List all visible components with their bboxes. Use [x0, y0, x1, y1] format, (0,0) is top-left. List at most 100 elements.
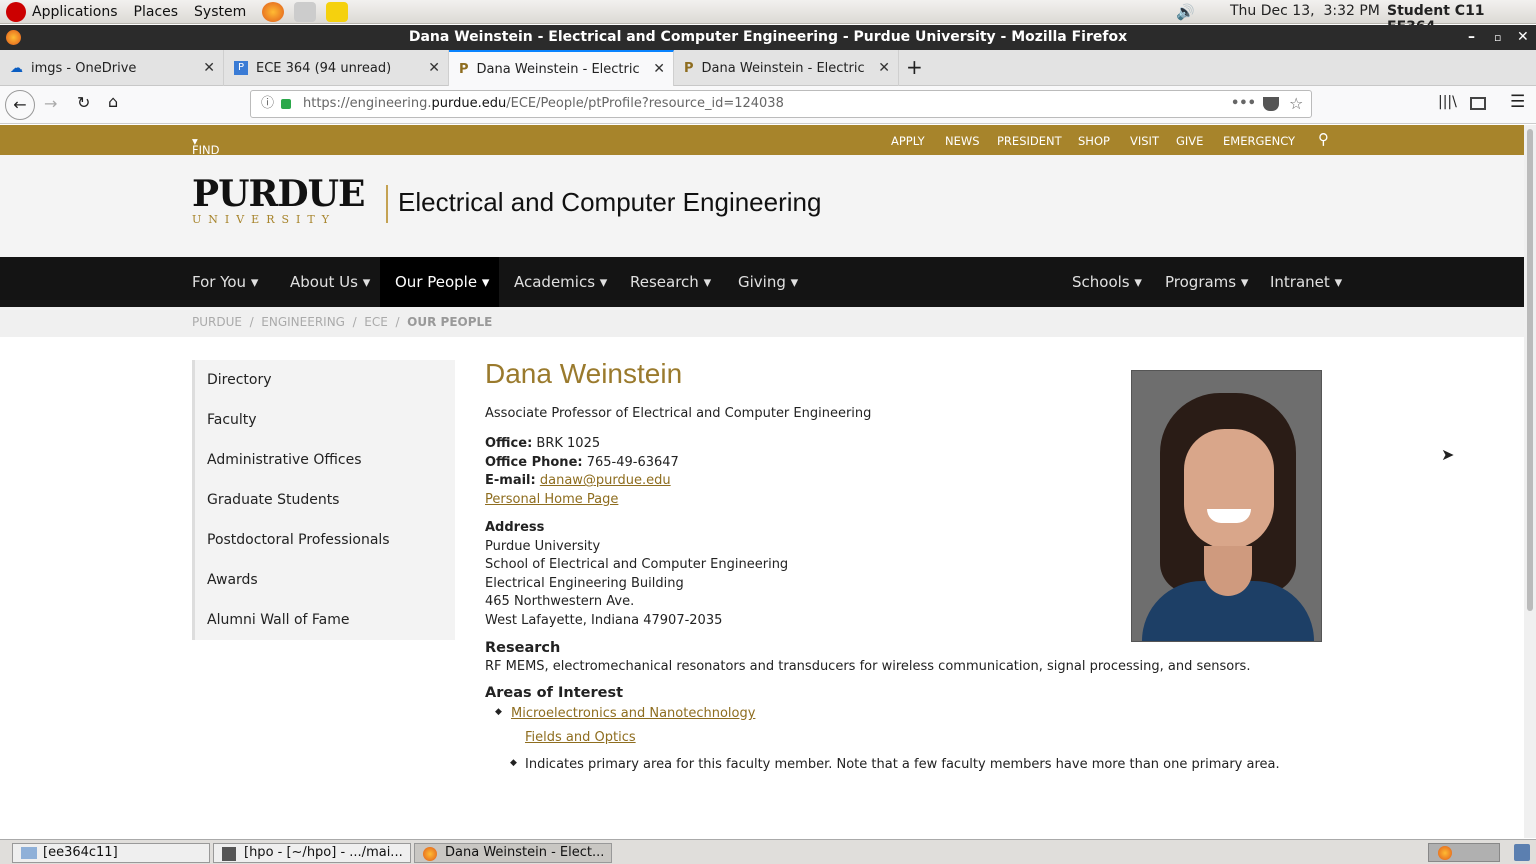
- sidebar-item-awards[interactable]: Awards: [207, 572, 258, 588]
- home-icon[interactable]: ⌂: [108, 92, 118, 111]
- address-label: Address: [485, 520, 545, 535]
- sidebar-item-alumni-wall[interactable]: Alumni Wall of Fame: [207, 612, 350, 628]
- sidebar-item-faculty[interactable]: Faculty: [207, 412, 257, 428]
- tab-label: Dana Weinstein - Electric: [476, 61, 640, 77]
- page-scrollbar[interactable]: [1524, 125, 1536, 838]
- nav-schools[interactable]: Schools ▾: [1072, 257, 1142, 307]
- utility-link-give[interactable]: GIVE: [1176, 134, 1203, 148]
- utility-link-news[interactable]: NEWS: [945, 134, 980, 148]
- nav-label: Schools: [1072, 273, 1130, 291]
- close-tab-icon[interactable]: ✕: [203, 60, 215, 76]
- maximize-icon[interactable]: ▫: [1494, 25, 1501, 50]
- nav-academics[interactable]: Academics ▾: [514, 257, 607, 307]
- new-tab-icon[interactable]: +: [906, 55, 923, 79]
- nav-programs[interactable]: Programs ▾: [1165, 257, 1248, 307]
- back-icon[interactable]: ←: [5, 90, 35, 120]
- applications-menu[interactable]: Applications: [32, 4, 118, 20]
- trash-icon[interactable]: [1514, 844, 1530, 861]
- office-label: Office:: [485, 436, 533, 451]
- close-window-icon[interactable]: ✕: [1517, 25, 1529, 50]
- nav-label: Our People: [395, 273, 478, 291]
- taskbar-item-firefox[interactable]: Dana Weinstein - Elect...: [414, 843, 612, 863]
- utility-link-president[interactable]: PRESIDENT: [997, 134, 1062, 148]
- minimize-icon[interactable]: –: [1468, 25, 1475, 50]
- nav-label: About Us: [290, 273, 358, 291]
- interest-link-fields-optics[interactable]: Fields and Optics: [525, 730, 636, 745]
- firefox-launcher-icon[interactable]: [262, 1, 285, 22]
- utility-link-shop[interactable]: SHOP: [1078, 134, 1110, 148]
- close-tab-icon[interactable]: ✕: [878, 60, 890, 76]
- nav-about-us[interactable]: About Us ▾: [290, 257, 370, 307]
- navigation-toolbar: ← → ↻ ⌂ ⓘ https://engineering.purdue.edu…: [0, 86, 1536, 124]
- email-link[interactable]: danaw@purdue.edu: [540, 473, 671, 488]
- breadcrumb-ece[interactable]: ECE: [364, 315, 388, 329]
- address-line: Electrical Engineering Building: [485, 575, 684, 591]
- sidebar-toggle-icon[interactable]: [1470, 97, 1486, 110]
- volume-icon[interactable]: 🔊: [1176, 3, 1195, 21]
- mail-launcher-icon[interactable]: [294, 1, 317, 22]
- sidebar-item-directory[interactable]: Directory: [207, 372, 272, 388]
- tab-weinstein[interactable]: P Dana Weinstein - Electric ✕: [674, 50, 899, 86]
- sidebar-item-postdoctoral[interactable]: Postdoctoral Professionals: [207, 532, 390, 548]
- utility-link-apply[interactable]: APPLY: [891, 134, 925, 148]
- piazza-icon: P: [234, 61, 248, 75]
- firefox-icon: [423, 847, 437, 861]
- primary-area-marker-icon: ◆: [495, 707, 502, 717]
- utility-link-emergency[interactable]: EMERGENCY: [1223, 134, 1295, 148]
- profile-title: Associate Professor of Electrical and Co…: [485, 406, 872, 421]
- logo-main: PURDUE: [192, 173, 365, 215]
- nav-for-you[interactable]: For You ▾: [192, 257, 258, 307]
- find-info-dropdown[interactable]: FIND INFO FOR ▾: [192, 134, 220, 185]
- phone-label: Office Phone:: [485, 454, 583, 470]
- tab-onedrive[interactable]: ☁ imgs - OneDrive ✕: [0, 50, 224, 86]
- reload-icon[interactable]: ↻: [77, 93, 90, 112]
- purdue-logo[interactable]: PURDUE UNIVERSITY: [192, 173, 365, 226]
- redhat-icon[interactable]: [6, 1, 26, 22]
- taskbar-item-ee364c11[interactable]: [ee364c11]: [12, 843, 210, 863]
- breadcrumb-purdue[interactable]: PURDUE: [192, 315, 242, 329]
- forward-icon[interactable]: →: [44, 94, 57, 113]
- page-actions-icon[interactable]: •••: [1231, 91, 1256, 117]
- address-line: School of Electrical and Computer Engine…: [485, 557, 789, 572]
- web-page: FIND INFO FOR ▾ APPLY NEWS PRESIDENT SHO…: [0, 125, 1524, 838]
- utility-link-visit[interactable]: VISIT: [1130, 134, 1159, 148]
- tab-weinstein-active[interactable]: P Dana Weinstein - Electric ✕: [449, 50, 674, 86]
- system-menu[interactable]: System: [194, 4, 246, 20]
- taskbar-label: [ee364c11]: [43, 845, 118, 860]
- nav-giving[interactable]: Giving ▾: [738, 257, 798, 307]
- info-icon[interactable]: ⓘ: [261, 91, 274, 117]
- purdue-favicon-icon: P: [459, 61, 469, 77]
- nav-our-people[interactable]: Our People ▾: [380, 257, 499, 307]
- url-bar[interactable]: ⓘ https://engineering.purdue.edu/ECE/Peo…: [250, 90, 1312, 118]
- scrollbar-thumb[interactable]: [1527, 129, 1533, 611]
- notes-launcher-icon[interactable]: [326, 1, 349, 22]
- window-title: Dana Weinstein - Electrical and Computer…: [408, 29, 1128, 45]
- places-menu[interactable]: Places: [134, 4, 179, 20]
- lock-icon: [281, 99, 291, 109]
- taskbar-item-hpo[interactable]: [hpo - [~/hpo] - .../mai...: [213, 843, 411, 863]
- pocket-icon[interactable]: [1263, 97, 1279, 111]
- site-header: PURDUE UNIVERSITY Electrical and Compute…: [0, 155, 1524, 257]
- nav-research[interactable]: Research ▾: [630, 257, 711, 307]
- nav-label: Programs: [1165, 273, 1237, 291]
- homepage-link[interactable]: Personal Home Page: [485, 492, 618, 507]
- search-icon[interactable]: ⚲: [1318, 130, 1329, 148]
- sidebar-item-graduate-students[interactable]: Graduate Students: [207, 492, 339, 508]
- workspace-firefox-icon: [1438, 846, 1452, 860]
- profile-photo: [1131, 370, 1322, 642]
- sidebar-item-administrative-offices[interactable]: Administrative Offices: [207, 452, 362, 468]
- close-tab-icon[interactable]: ✕: [653, 61, 665, 77]
- taskbar-label: [hpo - [~/hpo] - .../mai...: [244, 845, 403, 860]
- close-tab-icon[interactable]: ✕: [428, 60, 440, 76]
- tab-ece364[interactable]: P ECE 364 (94 unread) ✕: [224, 50, 449, 86]
- nav-intranet[interactable]: Intranet ▾: [1270, 257, 1342, 307]
- taskbar-label: Dana Weinstein - Elect...: [445, 845, 605, 860]
- library-icon[interactable]: |||\: [1438, 94, 1457, 110]
- breadcrumb-engineering[interactable]: ENGINEERING: [261, 315, 345, 329]
- email-label: E-mail:: [485, 473, 536, 488]
- bookmark-star-icon[interactable]: ☆: [1289, 91, 1303, 117]
- department-title[interactable]: Electrical and Computer Engineering: [398, 187, 821, 218]
- menu-icon[interactable]: ☰: [1510, 92, 1525, 112]
- clock[interactable]: Thu Dec 13, 3:32 PM: [1230, 3, 1380, 19]
- interest-link-microelectronics[interactable]: Microelectronics and Nanotechnology: [511, 706, 755, 721]
